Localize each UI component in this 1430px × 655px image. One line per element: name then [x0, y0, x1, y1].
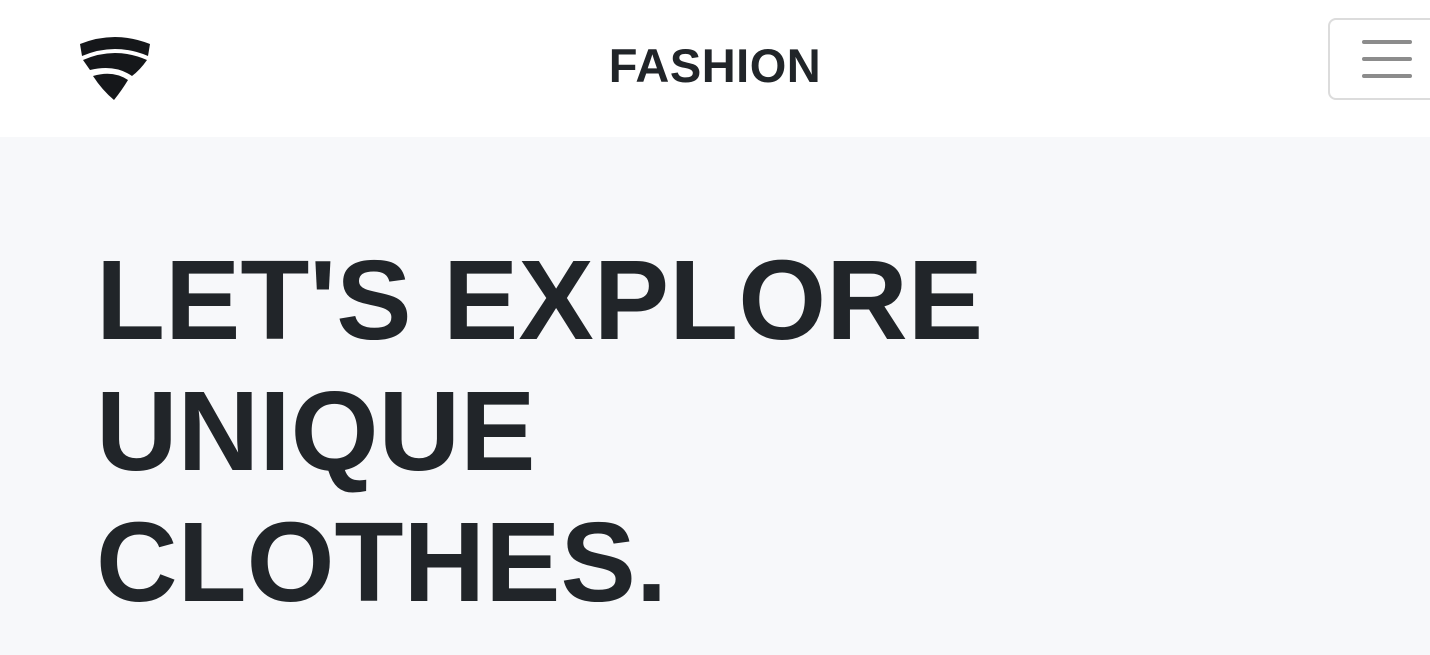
hamburger-menu-icon-line — [1362, 74, 1412, 78]
hero-title: LET'S EXPLORE UNIQUE CLOTHES. — [96, 235, 996, 628]
menu-toggle-button[interactable] — [1328, 18, 1430, 100]
brand-title[interactable]: FASHION — [0, 38, 1430, 94]
hero-title-line: UNIQUE — [96, 368, 536, 494]
hero-title-line: LET'S EXPLORE — [96, 237, 984, 363]
hamburger-menu-icon-line — [1362, 57, 1412, 61]
hero-section: LET'S EXPLORE UNIQUE CLOTHES. — [0, 137, 1430, 655]
hamburger-menu-icon — [1362, 40, 1412, 44]
hero-title-line: CLOTHES. — [96, 499, 668, 625]
navbar: FASHION — [0, 0, 1430, 137]
